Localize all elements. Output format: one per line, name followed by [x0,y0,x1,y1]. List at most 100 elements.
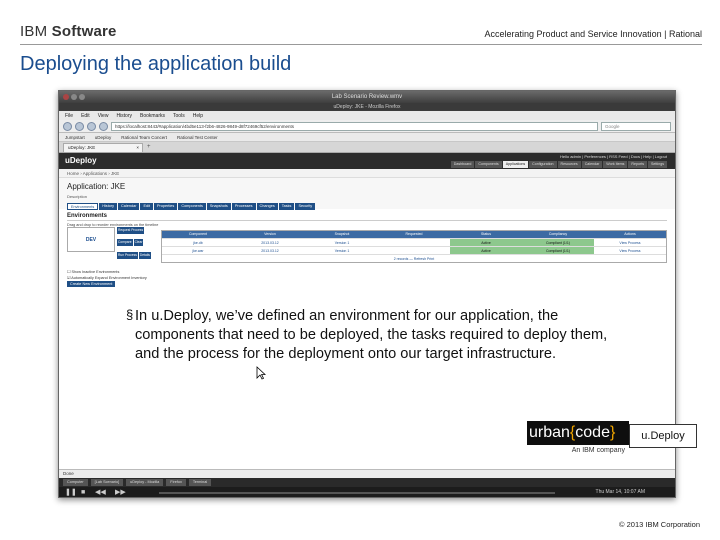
browser-statusbar: Done [59,469,675,478]
taskbar-item[interactable]: Terminal [188,479,212,486]
cell-requested [378,239,450,246]
tab-history[interactable]: History [99,203,118,210]
nav-calendar[interactable]: Calendar [581,161,603,168]
user-links[interactable]: Hello admin | Preferences | RSS Feed | D… [560,154,667,159]
os-taskbar: Computer [Lab Scenario] uDeploy - Mozill… [59,478,675,487]
cell-component[interactable]: jke.db [162,239,234,246]
menu-help[interactable]: Help [193,113,203,119]
fast-forward-icon[interactable]: ▶▶ [115,489,126,497]
new-tab-icon[interactable]: + [147,143,151,152]
breadcrumb[interactable]: Home › Applications › JKE [59,169,675,178]
cell-version[interactable]: 2013.03.12 [234,239,306,246]
bookmarks-toolbar: Jumpstart uDeploy Rational Team Concert … [59,133,675,142]
taskbar-item[interactable]: Firefox [166,479,186,486]
inventory-table: Component Version Snapshot Requested Sta… [161,230,667,263]
stop-icon[interactable]: ■ [81,489,85,497]
compare-button[interactable]: Compare [117,239,133,247]
nav-applications[interactable]: Applications [502,161,529,168]
col-requested: Requested [405,232,423,236]
cell-compliancy: Compliant (1/1) [522,239,594,246]
logo-urban: urban [529,424,570,441]
menu-bookmarks[interactable]: Bookmarks [140,113,165,119]
cell-version[interactable]: 2013.03.12 [234,247,306,254]
reload-button[interactable] [87,121,96,131]
tab-edit[interactable]: Edit [140,203,154,210]
browser-titlebar: uDeploy: JKE - Mozilla Firefox [59,103,675,111]
nav-work-items[interactable]: Work Items [603,161,628,168]
tab-label: uDeploy: JKE [68,145,96,150]
nav-reports[interactable]: Reports [628,161,647,168]
forward-button[interactable] [75,121,84,131]
nav-settings[interactable]: Settings [648,161,667,168]
menu-view[interactable]: View [98,113,109,119]
menu-history[interactable]: History [116,113,132,119]
taskbar-item[interactable]: Computer [63,479,88,486]
window-controls [63,94,85,100]
browser-search-input[interactable]: Google [601,121,671,131]
taskbar-item[interactable]: uDeploy - Mozilla [126,479,164,486]
tab-tasks[interactable]: Tasks [278,203,295,210]
bookmark-item[interactable]: Rational Test Center [177,135,218,140]
cell-status: Active [450,247,522,254]
menu-edit[interactable]: Edit [81,113,90,119]
cell-snapshot[interactable]: Version 1 [306,239,378,246]
nav-components[interactable]: Components [475,161,502,168]
close-tab-icon[interactable]: × [136,144,139,152]
urbancode-logo: urban{code} An IBM company [527,421,629,457]
tab-environments[interactable]: Environments [67,203,99,210]
bookmark-item[interactable]: uDeploy [95,135,112,140]
logo-code: code [575,424,610,441]
tab-processes[interactable]: Processes [231,203,256,210]
close-window-button[interactable] [63,94,69,100]
bookmark-item[interactable]: Jumpstart [65,135,85,140]
home-button[interactable] [99,121,108,131]
details-button[interactable]: Details [138,251,151,259]
nav-configuration[interactable]: Configuration [529,161,557,168]
header-tagline: Accelerating Product and Service Innovat… [484,29,702,39]
tab-components[interactable]: Components [178,203,206,210]
back-button[interactable] [63,121,72,131]
menu-tools[interactable]: Tools [173,113,185,119]
col-compliancy: Compliancy [548,232,568,236]
browser-tab[interactable]: uDeploy: JKE × [63,143,143,152]
bookmark-item[interactable]: Rational Team Concert [121,135,167,140]
url-input[interactable]: https://localhost:8443/#application/4bd5… [111,121,598,131]
cell-snapshot[interactable]: Version 1 [306,247,378,254]
urbancode-subtitle: An IBM company [527,445,629,457]
slide-title: Deploying the application build [20,53,292,75]
menu-file[interactable]: File [65,113,73,119]
application-header: Application: JKE Description Environment… [59,178,675,210]
request-process-button[interactable]: Request Process [117,227,145,234]
copyright: © 2013 IBM Corporation [619,520,700,529]
clear-button[interactable]: Clear [133,239,144,247]
tab-calendar[interactable]: Calendar [118,203,140,210]
logo-brace-close: } [609,424,616,441]
maximize-window-button[interactable] [79,94,85,100]
table-footer-text[interactable]: 2 records — Refresh Print [162,255,666,262]
udeploy-header: uDeploy Hello admin | Preferences | RSS … [59,153,675,169]
environment-name[interactable]: DEV [67,227,115,252]
urbancode-wordmark: urban{code} [527,421,629,445]
minimize-window-button[interactable] [71,94,77,100]
cell-requested [378,247,450,254]
environment-card: DEV Request Process Compare Clear Run Pr… [67,227,667,263]
nav-resources[interactable]: Resources [557,161,581,168]
cell-actions[interactable]: View Process [594,239,666,246]
tab-security[interactable]: Security [295,203,316,210]
seek-slider[interactable] [159,492,555,494]
create-environment-button[interactable]: Create New Environment [67,281,116,287]
cell-actions[interactable]: View Process [594,247,666,254]
rewind-icon[interactable]: ◀◀ [95,489,106,497]
play-pause-icon[interactable]: ❚❚ [65,489,77,497]
taskbar-item[interactable]: [Lab Scenario] [90,479,124,486]
run-process-button[interactable]: Run Process [117,251,138,259]
tab-changes[interactable]: Changes [256,203,278,210]
tab-snapshots[interactable]: Snapshots [206,203,231,210]
product-label: u.Deploy [629,424,697,448]
environment-options: ☐ Show Inactive Environments ☑ Automatic… [67,269,667,287]
col-actions: Actions [624,232,636,236]
window-title: Lab Scenario Review.wmv [331,94,403,100]
tab-properties[interactable]: Properties [154,203,178,210]
cell-component[interactable]: jke.war [162,247,234,254]
nav-dashboard[interactable]: Dashboard [450,161,475,168]
